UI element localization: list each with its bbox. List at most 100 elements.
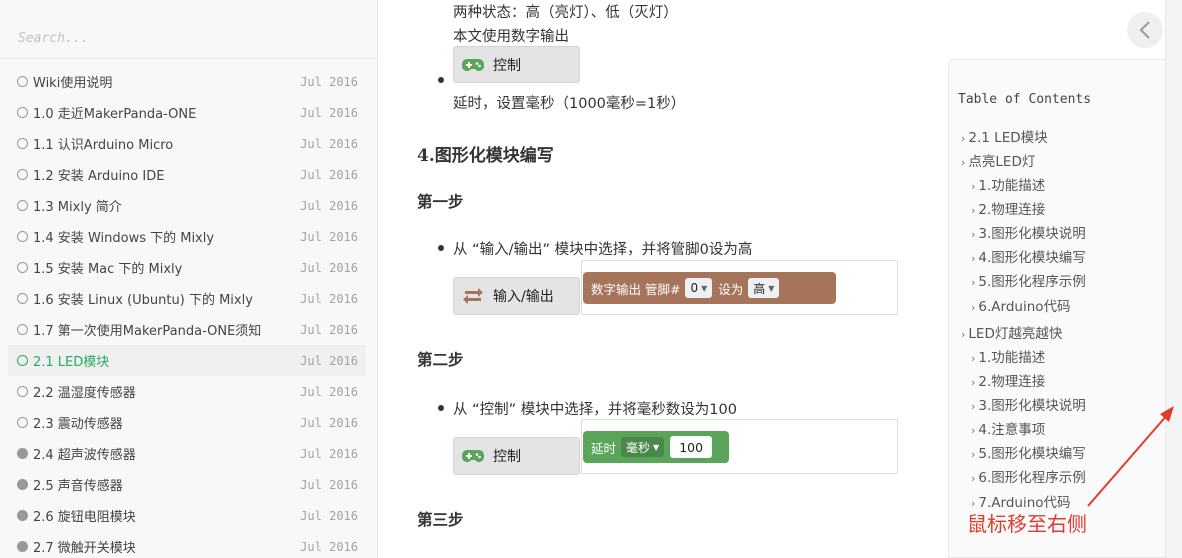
sidebar-item[interactable]: 1.0 走近MakerPanda-ONE Jul 2016 xyxy=(8,97,366,128)
sidebar-item-label: 2.7 微触开关模块 xyxy=(33,541,136,556)
toc-item-label: 5.图形化程序示例 xyxy=(978,274,1086,290)
chevron-left-icon xyxy=(1139,21,1150,39)
toc-item[interactable]: › 6.图形化程序示例 xyxy=(971,466,1086,486)
arrows-icon xyxy=(462,287,484,305)
annotation-label: 鼠标移至右侧 xyxy=(967,512,1087,536)
section-heading: 4.图形化模块编写 xyxy=(417,146,554,166)
toc-item[interactable]: › 4.图形化模块编写 xyxy=(971,246,1086,266)
circle-icon xyxy=(17,510,28,521)
unit-dropdown[interactable]: 毫秒 ▼ xyxy=(621,437,665,457)
circle-icon xyxy=(17,200,28,211)
level-dropdown[interactable]: 高 ▼ xyxy=(748,278,780,298)
delay-value-input[interactable]: 100 xyxy=(670,436,713,458)
collapse-toc-button[interactable] xyxy=(1127,12,1163,48)
toc-item[interactable]: › 点亮LED灯 xyxy=(961,150,1035,170)
toc-item[interactable]: › 4.注意事项 xyxy=(971,418,1045,438)
sidebar-item[interactable]: 2.3 震动传感器 Jul 2016 xyxy=(8,407,366,438)
circle-icon xyxy=(17,262,28,273)
text-two-states: 两种状态：高（亮灯）、低（灭灯） xyxy=(453,5,678,21)
pin-dropdown[interactable]: 0 ▼ xyxy=(685,278,713,298)
category-io-button[interactable]: 输入/输出 xyxy=(453,277,580,315)
toc-item-label: 3.图形化模块说明 xyxy=(978,226,1086,242)
sidebar-item-label: 2.3 震动传感器 xyxy=(33,417,123,432)
sidebar-item-date: Jul 2016 xyxy=(300,229,358,244)
category-io-label: 输入/输出 xyxy=(493,289,554,305)
sidebar-item-date: Jul 2016 xyxy=(300,446,358,461)
sidebar-item-date: Jul 2016 xyxy=(300,508,358,523)
sidebar-item[interactable]: 1.4 安装 Windows 下的 Mixly Jul 2016 xyxy=(8,221,366,252)
toc-item-label: 4.注意事项 xyxy=(978,422,1046,438)
search-input[interactable] xyxy=(10,22,350,54)
toc-item[interactable]: › 5.图形化程序示例 xyxy=(971,270,1086,290)
toc-item[interactable]: › 2.物理连接 xyxy=(971,198,1045,218)
category-control-button[interactable]: 控制 xyxy=(453,46,580,83)
block-prefix: 数字输出 管脚# xyxy=(591,281,681,297)
sidebar-item[interactable]: 1.7 第一次使用MakerPanda-ONE须知 Jul 2016 xyxy=(8,314,366,345)
toc-item[interactable]: › 6.Arduino代码 xyxy=(971,295,1071,315)
category-control-label: 控制 xyxy=(493,449,521,465)
sidebar-item-label: 1.2 安装 Arduino IDE xyxy=(33,169,165,184)
sidebar-item-date: Jul 2016 xyxy=(300,74,358,89)
toc-item[interactable]: › 3.图形化模块说明 xyxy=(971,222,1086,242)
sidebar-item[interactable]: 2.1 LED模块 Jul 2016 xyxy=(8,345,366,376)
search-divider xyxy=(0,58,377,59)
circle-icon xyxy=(17,355,28,366)
toc-item-label: 5.图形化模块编写 xyxy=(978,446,1086,462)
sidebar-item[interactable]: 2.4 超声波传感器 Jul 2016 xyxy=(8,438,366,469)
sidebar-item-date: Jul 2016 xyxy=(300,415,358,430)
sidebar-item-label: 1.7 第一次使用MakerPanda-ONE须知 xyxy=(33,324,262,339)
step2-text: 从 “控制” 模块中选择，并将毫秒数设为100 xyxy=(453,402,737,418)
chevron-right-icon: › xyxy=(971,376,976,389)
sidebar-item[interactable]: 1.6 安装 Linux (Ubuntu) 下的 Mixly Jul 2016 xyxy=(8,283,366,314)
annotation-arrow-icon xyxy=(1087,406,1174,507)
category-control-button-2[interactable]: 控制 xyxy=(453,437,580,475)
digital-output-block[interactable]: 数字输出 管脚# 0 ▼ 设为 高 ▼ xyxy=(583,272,836,304)
sidebar-item[interactable]: 1.1 认识Arduino Micro Jul 2016 xyxy=(8,128,366,159)
sidebar-item[interactable]: 2.5 声音传感器 Jul 2016 xyxy=(8,469,366,500)
list-bullet xyxy=(438,77,444,83)
delay-block[interactable]: 延时 毫秒 ▼ 100 xyxy=(583,431,729,463)
step1-title: 第一步 xyxy=(417,192,464,211)
sidebar-item[interactable]: 1.3 Mixly 简介 Jul 2016 xyxy=(8,190,366,221)
sidebar-item-label: 1.4 安装 Windows 下的 Mixly xyxy=(33,231,215,246)
circle-icon xyxy=(17,231,28,242)
sidebar-item-label: 2.4 超声波传感器 xyxy=(33,448,136,463)
toc-item[interactable]: › LED灯越亮越快 xyxy=(961,322,1062,342)
sidebar-item[interactable]: 2.2 温湿度传感器 Jul 2016 xyxy=(8,376,366,407)
sidebar-item[interactable]: 1.2 安装 Arduino IDE Jul 2016 xyxy=(8,159,366,190)
pin-value: 0 xyxy=(690,281,699,295)
chevron-right-icon: › xyxy=(971,472,976,485)
sidebar-item-date: Jul 2016 xyxy=(300,136,358,151)
toc-item[interactable]: › 2.物理连接 xyxy=(971,370,1045,390)
chevron-right-icon: › xyxy=(971,448,976,461)
step1-text: 从 “输入/输出” 模块中选择，并将管脚0设为高 xyxy=(453,242,753,258)
chevron-right-icon: › xyxy=(971,301,976,314)
toc-item[interactable]: › 5.图形化模块编写 xyxy=(971,442,1086,462)
list-bullet xyxy=(438,245,444,251)
toc-item[interactable]: › 1.功能描述 xyxy=(971,174,1045,194)
sidebar-item-label: 1.6 安装 Linux (Ubuntu) 下的 Mixly xyxy=(33,293,253,308)
chevron-right-icon: › xyxy=(971,204,976,217)
dropdown-arrow-icon: ▼ xyxy=(653,442,660,452)
text-delay: 延时，设置毫秒（1000毫秒=1秒） xyxy=(453,96,686,112)
toc-item-label: 2.物理连接 xyxy=(978,374,1046,390)
chevron-right-icon: › xyxy=(971,352,976,365)
chevron-right-icon: › xyxy=(961,132,966,145)
sidebar-item-date: Jul 2016 xyxy=(300,198,358,213)
sidebar-item[interactable]: 2.7 微触开关模块 Jul 2016 xyxy=(8,531,366,558)
text-digital-output: 本文使用数字输出 xyxy=(453,29,569,45)
toc-item[interactable]: › 1.功能描述 xyxy=(971,346,1045,366)
chevron-right-icon: › xyxy=(971,424,976,437)
sidebar-item[interactable]: Wiki使用说明 Jul 2016 xyxy=(8,66,366,97)
sidebar-item-date: Jul 2016 xyxy=(300,291,358,306)
toc-item[interactable]: › 3.图形化模块说明 xyxy=(971,394,1086,414)
sidebar-item-date: Jul 2016 xyxy=(300,384,358,399)
category-control-label: 控制 xyxy=(493,57,521,74)
sidebar-item-date: Jul 2016 xyxy=(300,353,358,368)
toc-item-label: 1.功能描述 xyxy=(978,178,1046,194)
sidebar-item[interactable]: 2.6 旋钮电阻模块 Jul 2016 xyxy=(8,500,366,531)
toc-item[interactable]: › 2.1 LED模块 xyxy=(961,126,1048,146)
sidebar-item[interactable]: 1.5 安装 Mac 下的 Mixly Jul 2016 xyxy=(8,252,366,283)
circle-icon xyxy=(17,324,28,335)
block-prefix: 延时 xyxy=(591,440,617,456)
